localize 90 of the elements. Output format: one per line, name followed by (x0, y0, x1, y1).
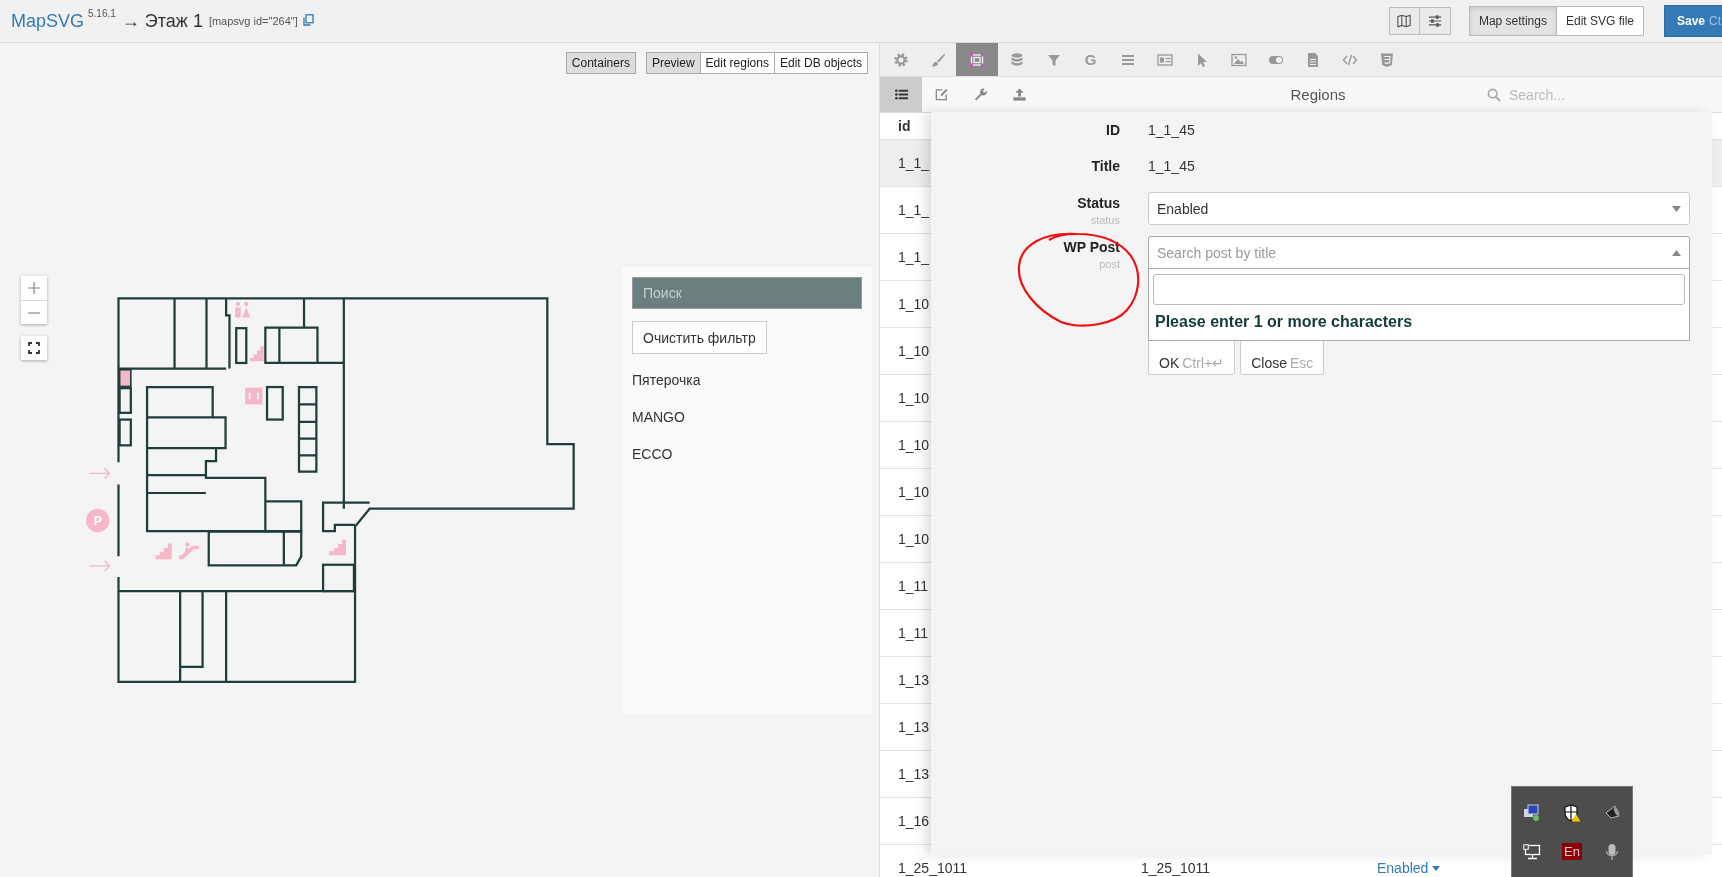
column-header: id (898, 118, 911, 134)
table-cell: 1_11 (898, 625, 929, 641)
editor-tab[interactable] (956, 43, 998, 76)
mode-tab[interactable]: Edit regions (700, 52, 775, 74)
field-hint: status (1090, 214, 1120, 226)
search-icon (1487, 87, 1501, 102)
arrow-icon (88, 467, 111, 480)
field-hint: post (1099, 258, 1120, 270)
map-view-button[interactable] (1388, 7, 1420, 35)
field-value: 1_1_45 (1148, 158, 1196, 174)
page-title: → Этаж 1 (121, 10, 203, 32)
mode-tab[interactable]: Map settings (1468, 6, 1557, 36)
toolbar-tab[interactable] (880, 77, 922, 112)
shield-icon (1378, 51, 1395, 68)
image-icon (1230, 51, 1247, 68)
table-cell: 1_10 (898, 390, 930, 406)
version-label: 5.16.1 (88, 7, 116, 19)
minus-icon (27, 311, 41, 314)
save-button[interactable]: Save Ct (1664, 5, 1722, 37)
brush-icon (929, 51, 946, 68)
panel-title: Regions (1290, 86, 1346, 103)
brand-link[interactable]: MapSVG (11, 10, 85, 32)
edit-icon (934, 87, 949, 102)
field-label: Title (1091, 158, 1120, 174)
list-icon (893, 87, 909, 102)
select-field[interactable]: Enabled (1148, 192, 1690, 225)
stairs-icon (155, 543, 172, 560)
directory-item[interactable]: Пятерочка (632, 372, 862, 388)
mode-tab[interactable]: Edit SVG file (1556, 6, 1644, 36)
plus-icon (27, 281, 41, 295)
map-icon (1397, 14, 1412, 28)
field-label: Status (1077, 195, 1120, 211)
field-label: ID (1106, 122, 1120, 138)
monitor-icon (1523, 843, 1541, 860)
status-dropdown[interactable]: Enabled (1377, 860, 1441, 876)
table-cell: 1_1_ (898, 202, 930, 218)
search-field[interactable]: Поиск (632, 277, 862, 309)
caret-icon (1432, 865, 1441, 871)
caret-icon (1672, 205, 1681, 212)
language-indicator[interactable]: En (1562, 843, 1582, 860)
table-cell: 1_13 (898, 672, 930, 688)
settings-view-button[interactable] (1419, 7, 1451, 35)
table-cell: 1_10 (898, 437, 930, 453)
table-cell: 1_25_1011 (1141, 860, 1211, 876)
containers-toggle[interactable]: Containers (565, 52, 636, 74)
zoom-out-button[interactable] (21, 300, 47, 324)
network-computers-icon (1523, 803, 1541, 822)
stairs-icon (329, 539, 347, 556)
search-input[interactable] (1153, 274, 1685, 305)
regions-icon (969, 51, 985, 68)
escalator-icon (179, 542, 200, 560)
search-field[interactable]: Search... (1507, 85, 1661, 104)
elevator-icon (245, 387, 263, 405)
field-value: 1_1_45 (1148, 122, 1196, 138)
table-cell: 1_25_1011 (898, 860, 968, 876)
table-cell: 1_1_ (898, 249, 930, 265)
parking-sign: P (85, 508, 110, 533)
upload-icon (1012, 87, 1027, 102)
restroom-icon (235, 301, 251, 318)
sliders-icon (1427, 14, 1442, 28)
shortcode-label: [mapsvg id="264"] (208, 15, 298, 27)
zoom-in-button[interactable] (21, 276, 47, 300)
field-label: WP Post (1063, 239, 1120, 255)
copy-icon (302, 14, 314, 26)
table-cell: 1_16 (898, 813, 930, 829)
arrow-icon (88, 560, 111, 572)
table-cell: 1_10 (898, 296, 930, 312)
id-card-icon (1156, 51, 1173, 68)
table-cell: 1_1_ (898, 155, 930, 171)
wrench-icon (973, 87, 988, 102)
speaker-icon (1603, 803, 1621, 822)
expand-icon (28, 342, 40, 354)
mode-tab[interactable]: Preview (645, 52, 701, 74)
directory-item[interactable]: ECCO (632, 446, 862, 462)
fullscreen-button[interactable] (21, 336, 47, 360)
table-cell: 1_10 (898, 343, 930, 359)
table-cell: 1_11 (898, 578, 929, 594)
caret-icon (1672, 249, 1681, 256)
table-cell: 1_10 (898, 484, 930, 500)
mode-tab[interactable]: Edit DB objects (774, 52, 868, 74)
microphone-icon (1605, 842, 1619, 861)
stairs-icon (249, 346, 264, 362)
table-cell: 1_10 (898, 531, 930, 547)
table-cell: 1_13 (898, 719, 930, 735)
directory-item[interactable]: MANGO (632, 409, 862, 425)
table-cell: 1_13 (898, 766, 930, 782)
dropdown-message: Please enter 1 or more characters (1154, 312, 1414, 332)
gear-icon (892, 51, 909, 68)
shield-warning-icon (1563, 803, 1581, 822)
clear-filter-button[interactable]: Очистить фильтр (632, 321, 767, 354)
